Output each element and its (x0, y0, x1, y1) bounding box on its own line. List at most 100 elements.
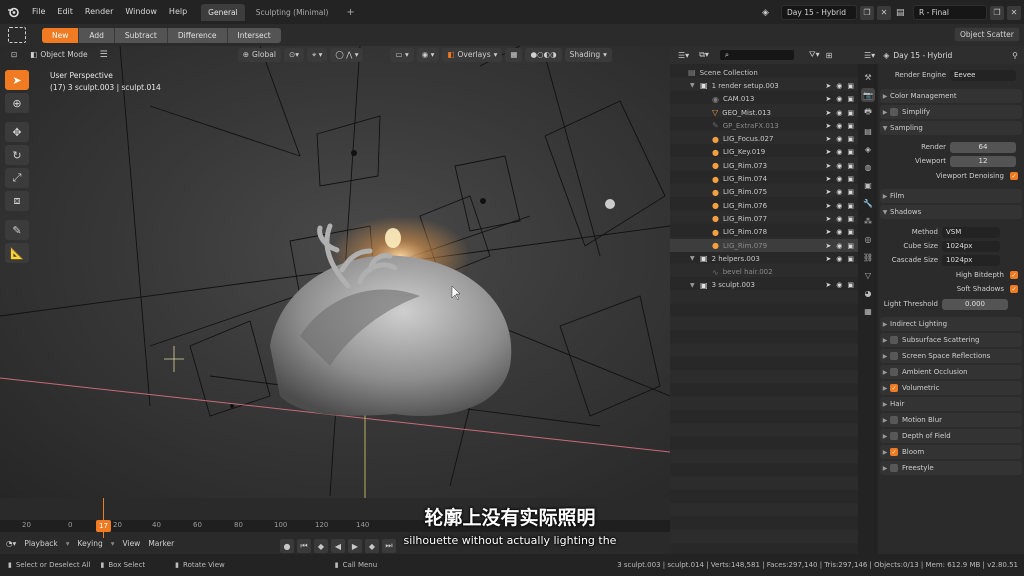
menu-render[interactable]: Render (79, 0, 119, 24)
outliner-row[interactable]: ◉ CAM.013 ➤ ◉ ▣ (670, 93, 858, 106)
panel-checkbox[interactable] (890, 368, 898, 376)
eye-icon[interactable]: ◉ (836, 255, 842, 263)
scale-tool-icon[interactable]: ⤢ (5, 168, 29, 188)
blender-logo-icon[interactable] (6, 5, 20, 19)
panel-checkbox[interactable] (890, 336, 898, 344)
camera-render-icon[interactable]: ▣ (847, 281, 854, 289)
difference-button[interactable]: Difference (167, 27, 228, 43)
panel-volumetric[interactable]: ▶ ✓ Volumetric (880, 381, 1022, 395)
select-arrow-icon[interactable]: ➤ (825, 82, 831, 90)
pin-icon[interactable]: ⚲ (1012, 51, 1018, 60)
eye-icon[interactable]: ◉ (836, 228, 842, 236)
panel-checkbox[interactable] (890, 432, 898, 440)
outliner-row[interactable]: ▼ ▣ 2 helpers.003 ➤ ◉ ▣ (670, 252, 858, 265)
editor-type-icon[interactable]: ⊡ (6, 48, 22, 62)
camera-render-icon[interactable]: ▣ (847, 95, 854, 103)
shading-modes[interactable]: ●○◐◑ (525, 48, 562, 62)
viewport-samples-field[interactable]: 12 (950, 155, 1016, 167)
camera-render-icon[interactable]: ▣ (847, 215, 854, 223)
outliner-search-input[interactable]: ⌕ (718, 49, 795, 61)
panel-shadows[interactable]: ▼ Shadows (880, 205, 1022, 219)
select-arrow-icon[interactable]: ➤ (825, 135, 831, 143)
menu-help[interactable]: Help (163, 0, 193, 24)
eye-icon[interactable]: ◉ (836, 122, 842, 130)
panel-motion-blur[interactable]: ▶ Motion Blur (880, 413, 1022, 427)
eye-icon[interactable]: ◉ (836, 202, 842, 210)
eye-icon[interactable]: ◉ (836, 82, 842, 90)
hamburger-menu-icon[interactable]: ☰ (100, 50, 108, 60)
expand-toggle-icon[interactable]: ▼ (690, 82, 700, 89)
camera-render-icon[interactable]: ▣ (847, 122, 854, 130)
panel-checkbox[interactable]: ✓ (890, 448, 898, 456)
xray-icon[interactable]: ▦ (505, 48, 523, 62)
eye-icon[interactable]: ◉ (836, 215, 842, 223)
select-arrow-icon[interactable]: ➤ (825, 162, 831, 170)
camera-render-icon[interactable]: ▣ (847, 242, 854, 250)
timeline-editor-icon[interactable]: ◔▾ (6, 539, 16, 548)
cursor-tool-icon[interactable]: ⊕ (5, 93, 29, 113)
new-button[interactable]: New (42, 27, 80, 43)
menu-window[interactable]: Window (119, 0, 163, 24)
scene-close-icon[interactable]: ✕ (877, 5, 891, 20)
shadow-method-dropdown[interactable]: VSM (942, 226, 1000, 238)
scene-tab-icon[interactable]: ◈ (861, 142, 875, 156)
eye-icon[interactable]: ◉ (836, 242, 842, 250)
render-tab-icon[interactable]: 📷 (861, 88, 875, 102)
outliner-row[interactable]: ▽ GEO_Mist.013 ➤ ◉ ▣ (670, 106, 858, 119)
select-arrow-icon[interactable]: ➤ (825, 95, 831, 103)
outliner-row[interactable]: ▼ ▣ 3 sculpt.003 ➤ ◉ ▣ (670, 279, 858, 292)
eye-icon[interactable]: ◉ (836, 281, 842, 289)
camera-render-icon[interactable]: ▣ (847, 82, 854, 90)
panel-sampling[interactable]: ▼ Sampling (880, 121, 1022, 135)
transform-tool-icon[interactable]: ⧈ (5, 191, 29, 211)
select-tool-icon[interactable]: ➤ (5, 70, 29, 90)
camera-render-icon[interactable]: ▣ (847, 228, 854, 236)
panel-depth-of-field[interactable]: ▶ Depth of Field (880, 429, 1022, 443)
eye-icon[interactable]: ◉ (836, 175, 842, 183)
eye-icon[interactable]: ◉ (836, 162, 842, 170)
proportional-icon[interactable]: ◯ ⋀ ▾ (330, 48, 364, 62)
view-layer-tab-icon[interactable]: ▤ (861, 124, 875, 138)
render-engine-dropdown[interactable]: Eevee (950, 69, 1016, 81)
add-workspace-button[interactable]: + (339, 4, 361, 21)
filter-icon[interactable]: ⛛▾ (809, 50, 820, 60)
viewport-denoising-checkbox[interactable]: ✓ (1010, 172, 1018, 180)
select-arrow-icon[interactable]: ➤ (825, 228, 831, 236)
modifier-tab-icon[interactable]: 🔧 (861, 196, 875, 210)
outliner-row[interactable]: ● LIG_Rim.078 ➤ ◉ ▣ (670, 226, 858, 239)
select-arrow-icon[interactable]: ➤ (825, 242, 831, 250)
display-mode-icon[interactable]: ⧉▾ (699, 50, 709, 60)
view-layer-icon[interactable]: ▤ (896, 8, 910, 18)
annotate-tool-icon[interactable]: ✎ (5, 220, 29, 240)
select-arrow-icon[interactable]: ➤ (825, 215, 831, 223)
outliner-row[interactable]: ● LIG_Rim.076 ➤ ◉ ▣ (670, 199, 858, 212)
tab-general[interactable]: General (201, 3, 245, 21)
panel-screen-space-reflections[interactable]: ▶ Screen Space Reflections (880, 349, 1022, 363)
outliner-row[interactable]: ● LIG_Rim.074 ➤ ◉ ▣ (670, 172, 858, 185)
outliner-row[interactable]: ● LIG_Rim.077 ➤ ◉ ▣ (670, 212, 858, 225)
3d-viewport[interactable]: ⊡ ◧ Object Mode ☰ ⊕ Global ⊙▾ ⌖ ▾ ◯ ⋀ ▾ … (0, 46, 670, 498)
eye-icon[interactable]: ◉ (836, 109, 842, 117)
select-arrow-icon[interactable]: ➤ (825, 188, 831, 196)
gizmo-icon[interactable]: ◉ ▾ (416, 48, 440, 62)
physics-tab-icon[interactable]: ◎ (861, 232, 875, 246)
menu-edit[interactable]: Edit (51, 0, 79, 24)
select-arrow-icon[interactable]: ➤ (825, 122, 831, 130)
view-layer-field[interactable]: R - Final (913, 5, 987, 20)
camera-render-icon[interactable]: ▣ (847, 162, 854, 170)
object-scatter-dropdown[interactable]: Object Scatter (954, 27, 1020, 42)
camera-render-icon[interactable]: ▣ (847, 202, 854, 210)
new-collection-icon[interactable]: ⊞ (826, 51, 833, 60)
menu-view[interactable]: View (123, 539, 141, 548)
panel-checkbox[interactable] (890, 352, 898, 360)
camera-render-icon[interactable]: ▣ (847, 188, 854, 196)
panel-checkbox[interactable]: ✓ (890, 384, 898, 392)
outliner-editor-icon[interactable]: ☰▾ (678, 51, 689, 60)
constraints-tab-icon[interactable]: ⛓ (861, 250, 875, 264)
texture-tab-icon[interactable]: ▦ (861, 304, 875, 318)
pivot-icon[interactable]: ⊙▾ (283, 48, 305, 62)
light-threshold-field[interactable]: 0.000 (942, 298, 1008, 310)
panel-checkbox[interactable] (890, 464, 898, 472)
scene-icon[interactable]: ◈ (762, 8, 778, 18)
soft-shadows-checkbox[interactable]: ✓ (1010, 285, 1018, 293)
